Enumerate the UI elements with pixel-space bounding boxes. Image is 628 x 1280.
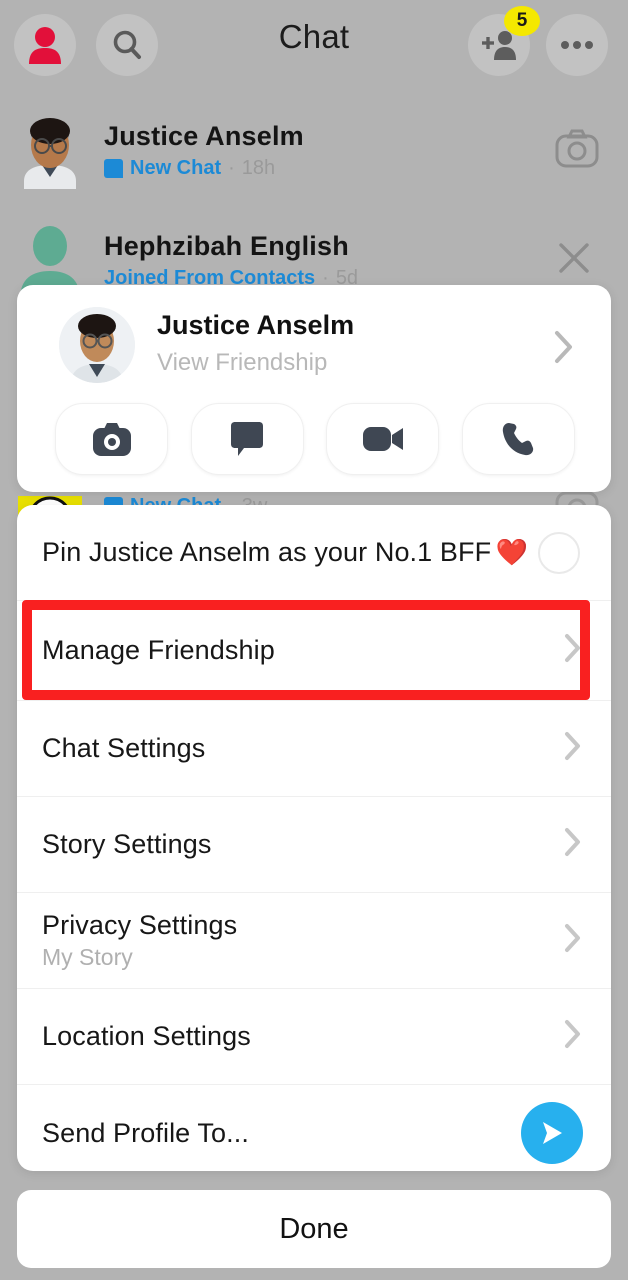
chat-item-status: New Chat · 18h xyxy=(104,157,304,180)
menu-item-label: Chat Settings xyxy=(42,733,206,763)
chat-list-item[interactable]: Justice Anselm New Chat · 18h xyxy=(0,96,628,204)
friendship-card: Justice Anselm View Friendship xyxy=(17,285,611,492)
page-title: Chat xyxy=(278,18,350,55)
menu-item-text: Chat Settings xyxy=(42,733,563,764)
chat-item-camera-button[interactable] xyxy=(554,127,600,174)
send-profile-button[interactable] xyxy=(521,1102,583,1164)
chevron-right-icon xyxy=(563,632,583,669)
menu-item-label: Send Profile To... xyxy=(42,1117,249,1148)
menu-item-label: Story Settings xyxy=(42,829,212,859)
menu-item-label: Location Settings xyxy=(42,1021,251,1051)
chat-item-name: Hephzibah English xyxy=(104,230,349,261)
camera-action-button[interactable] xyxy=(55,403,168,475)
menu-item-story-settings[interactable]: Story Settings xyxy=(17,797,611,893)
menu-item-text: Location Settings xyxy=(42,1021,563,1052)
menu-item-send-profile[interactable]: Send Profile To... xyxy=(17,1085,611,1181)
bitmoji-avatar-icon xyxy=(14,111,86,189)
phone-screen: 5 Chat Justice Anselm New Chat · 18h Hep… xyxy=(0,0,628,1280)
menu-item-pin-bff[interactable]: Pin Justice Anselm as your No.1 BFF ❤️ xyxy=(17,505,611,601)
chevron-right-icon xyxy=(563,826,583,863)
chevron-right-icon xyxy=(563,1018,583,1055)
menu-item-location-settings[interactable]: Location Settings xyxy=(17,989,611,1085)
menu-item-manage-friendship[interactable]: Manage Friendship xyxy=(17,601,611,701)
menu-item-chat-settings[interactable]: Chat Settings xyxy=(17,701,611,797)
new-chat-icon xyxy=(104,158,123,178)
dot-separator: · xyxy=(228,156,235,179)
bitmoji-avatar-icon xyxy=(59,307,135,383)
menu-item-subtitle: My Story xyxy=(42,944,133,970)
menu-item-text: Send Profile To... xyxy=(42,1118,521,1149)
chat-item-status-label: New Chat xyxy=(130,156,222,179)
phone-call-action-button[interactable] xyxy=(461,403,575,475)
menu-item-label: Pin Justice Anselm as your No.1 BFF xyxy=(42,537,492,567)
close-icon xyxy=(559,242,589,273)
chat-bubble-icon xyxy=(231,422,264,456)
done-button-label: Done xyxy=(279,1212,349,1245)
phone-icon xyxy=(503,423,534,456)
chevron-right-icon[interactable] xyxy=(553,329,575,370)
chevron-right-icon xyxy=(563,730,583,767)
done-button[interactable]: Done xyxy=(17,1190,611,1268)
pin-bff-radio[interactable] xyxy=(538,531,580,574)
friend-action-row xyxy=(55,403,575,475)
chat-item-text: Justice Anselm New Chat · 18h xyxy=(104,121,304,180)
chat-item-text: Hephzibah English Joined From Contacts ·… xyxy=(104,231,358,290)
camera-icon xyxy=(555,129,599,167)
chat-item-name: Justice Anselm xyxy=(104,120,304,151)
friend-settings-card: Pin Justice Anselm as your No.1 BFF ❤️ M… xyxy=(17,505,611,1171)
chat-action-button[interactable] xyxy=(190,403,304,475)
menu-item-privacy-settings[interactable]: Privacy Settings My Story xyxy=(17,893,611,989)
chat-item-time: 18h xyxy=(241,156,276,179)
video-call-action-button[interactable] xyxy=(326,403,440,475)
chat-item-close-button[interactable] xyxy=(556,240,592,281)
menu-item-label: Manage Friendship xyxy=(42,635,275,665)
chevron-right-icon xyxy=(563,922,583,959)
heart-icon: ❤️ xyxy=(495,537,528,567)
view-friendship-label[interactable]: View Friendship xyxy=(157,349,327,377)
send-arrow-icon xyxy=(543,1122,562,1144)
video-camera-icon xyxy=(362,427,403,451)
avatar xyxy=(59,307,135,383)
menu-item-text: Manage Friendship xyxy=(42,635,563,666)
friend-name: Justice Anselm xyxy=(157,310,355,340)
camera-icon xyxy=(92,423,131,456)
menu-item-label: Privacy Settings xyxy=(42,910,238,940)
menu-item-text: Pin Justice Anselm as your No.1 BFF ❤️ xyxy=(42,537,538,568)
menu-item-text: Privacy Settings My Story xyxy=(42,910,563,971)
menu-item-text: Story Settings xyxy=(42,829,563,860)
